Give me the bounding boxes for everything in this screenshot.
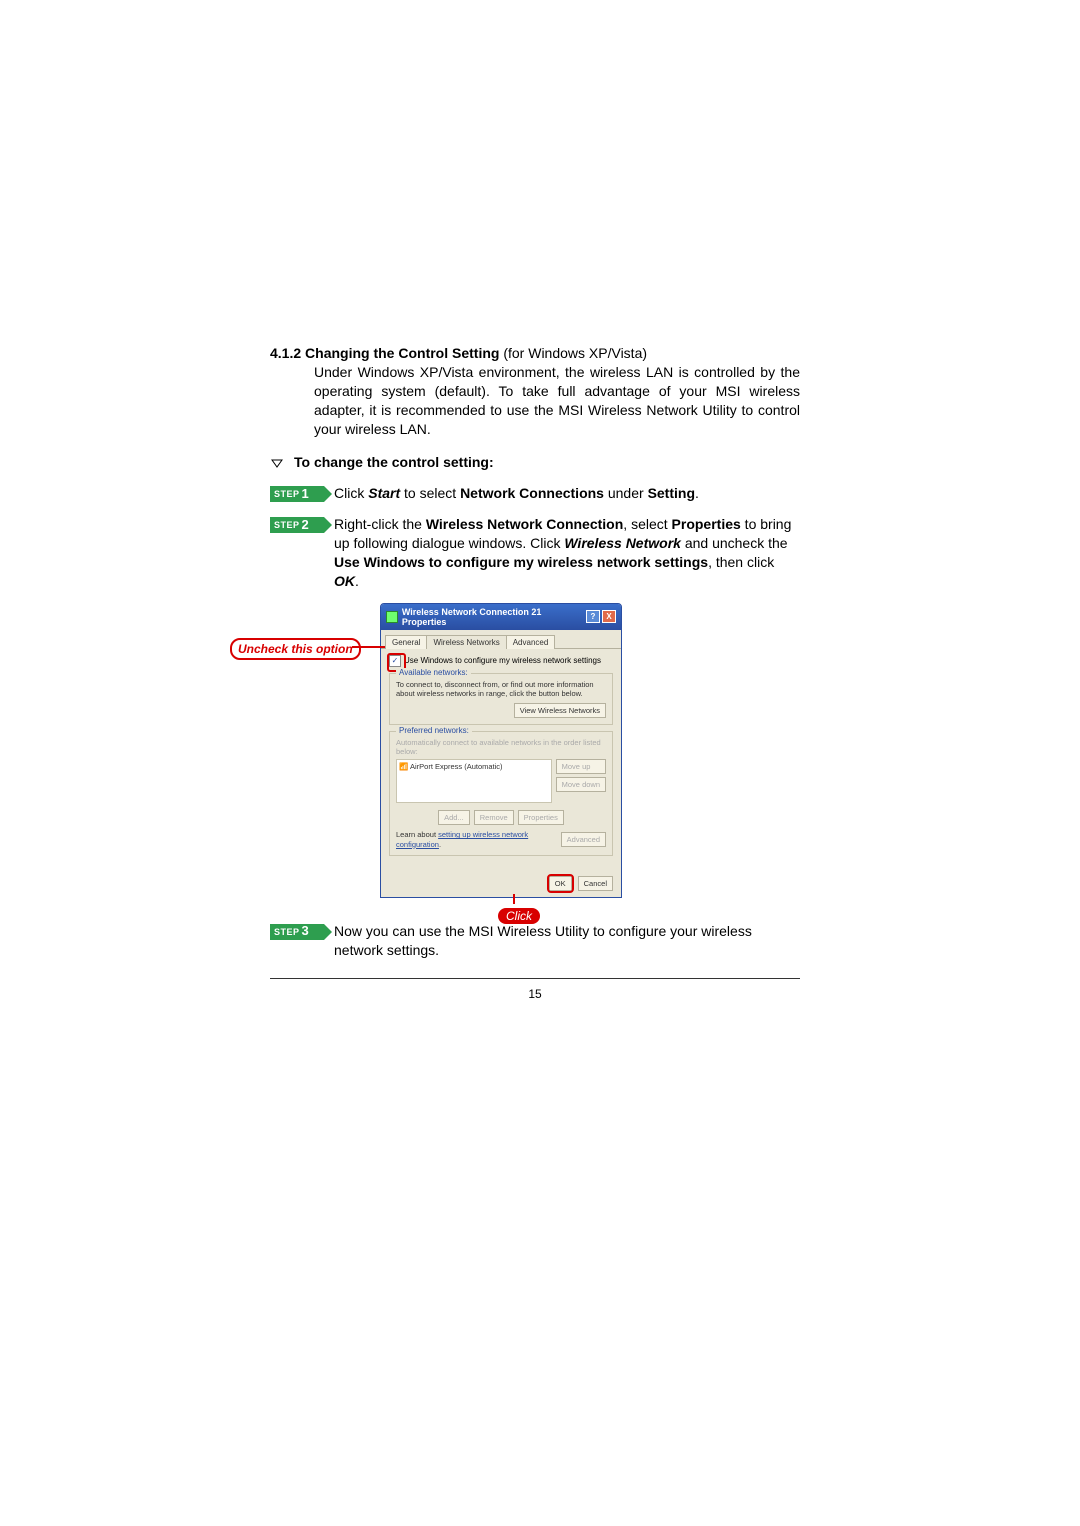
remove-button[interactable]: Remove	[474, 810, 514, 825]
step-2-text: Right-click the Wireless Network Connect…	[334, 515, 800, 591]
step-badge-3: STEP3	[270, 924, 324, 940]
section-title: Changing the Control Setting	[305, 345, 499, 361]
add-button[interactable]: Add...	[438, 810, 470, 825]
step-badge-1: STEP1	[270, 486, 324, 502]
advanced-button[interactable]: Advanced	[561, 832, 606, 847]
callout-uncheck: Uncheck this option	[230, 638, 361, 660]
step-3-text: Now you can use the MSI Wireless Utility…	[334, 922, 800, 960]
click-callout-line	[513, 894, 515, 904]
section-title-suffix: (for Windows XP/Vista)	[499, 345, 647, 361]
use-windows-label: Use Windows to configure my wireless net…	[404, 656, 601, 665]
help-button[interactable]: ?	[586, 610, 600, 623]
step-3: STEP3 Now you can use the MSI Wireless U…	[270, 922, 800, 960]
section-number: 4.1.2	[270, 345, 301, 361]
cancel-button[interactable]: Cancel	[578, 876, 613, 891]
preferred-list[interactable]: 📶 AirPort Express (Automatic)	[396, 759, 552, 803]
preferred-legend: Preferred networks:	[396, 726, 472, 735]
network-icon	[386, 611, 398, 623]
page-body: 4.1.2 Changing the Control Setting (for …	[270, 344, 800, 1001]
section-intro-text: Under Windows XP/Vista environment, the …	[270, 363, 800, 439]
preferred-networks-fieldset: Preferred networks: Automatically connec…	[389, 731, 613, 857]
subheader-text: To change the control setting:	[294, 454, 494, 470]
learn-text: Learn about setting up wireless network …	[396, 830, 561, 849]
callout-click: Click	[498, 908, 540, 924]
step-1-text: Click Start to select Network Connection…	[334, 484, 800, 503]
dialog-body: ✓ Use Windows to configure my wireless n…	[381, 649, 621, 870]
step-badge-2: STEP2	[270, 517, 324, 533]
arrow-icon	[270, 456, 284, 470]
preferred-text: Automatically connect to available netwo…	[396, 738, 606, 757]
available-networks-fieldset: Available networks: To connect to, disco…	[389, 673, 613, 725]
move-up-button[interactable]: Move up	[556, 759, 606, 774]
subheader-row: To change the control setting:	[270, 454, 800, 470]
dialog-title-text: Wireless Network Connection 21 Propertie…	[402, 607, 586, 627]
page-number: 15	[270, 987, 800, 1001]
section-intro: 4.1.2 Changing the Control Setting (for …	[270, 344, 800, 438]
step-1: STEP1 Click Start to select Network Conn…	[270, 484, 800, 503]
properties-dialog: Wireless Network Connection 21 Propertie…	[380, 603, 622, 898]
footer-rule	[270, 978, 800, 979]
view-wireless-networks-button[interactable]: View Wireless Networks	[514, 703, 606, 718]
properties-button[interactable]: Properties	[518, 810, 564, 825]
dialog-bottom-buttons: OK Cancel	[381, 870, 621, 897]
available-legend: Available networks:	[396, 668, 471, 677]
step-2: STEP2 Right-click the Wireless Network C…	[270, 515, 800, 591]
tab-general[interactable]: General	[385, 635, 427, 649]
use-windows-checkbox[interactable]: ✓	[389, 655, 401, 667]
move-down-button[interactable]: Move down	[556, 777, 606, 792]
tab-advanced[interactable]: Advanced	[506, 635, 556, 649]
use-windows-row: ✓ Use Windows to configure my wireless n…	[389, 655, 613, 667]
tabs-row: General Wireless Networks Advanced	[381, 630, 621, 649]
wireless-item-icon: 📶	[399, 762, 410, 771]
preferred-item-0: AirPort Express (Automatic)	[410, 762, 503, 771]
close-button[interactable]: X	[602, 610, 616, 623]
ok-button[interactable]: OK	[549, 876, 572, 891]
dialog-wrapper: Uncheck this option Wireless Network Con…	[380, 603, 750, 898]
available-text: To connect to, disconnect from, or find …	[396, 680, 606, 699]
tab-wireless-networks[interactable]: Wireless Networks	[426, 635, 506, 649]
dialog-titlebar: Wireless Network Connection 21 Propertie…	[381, 604, 621, 630]
